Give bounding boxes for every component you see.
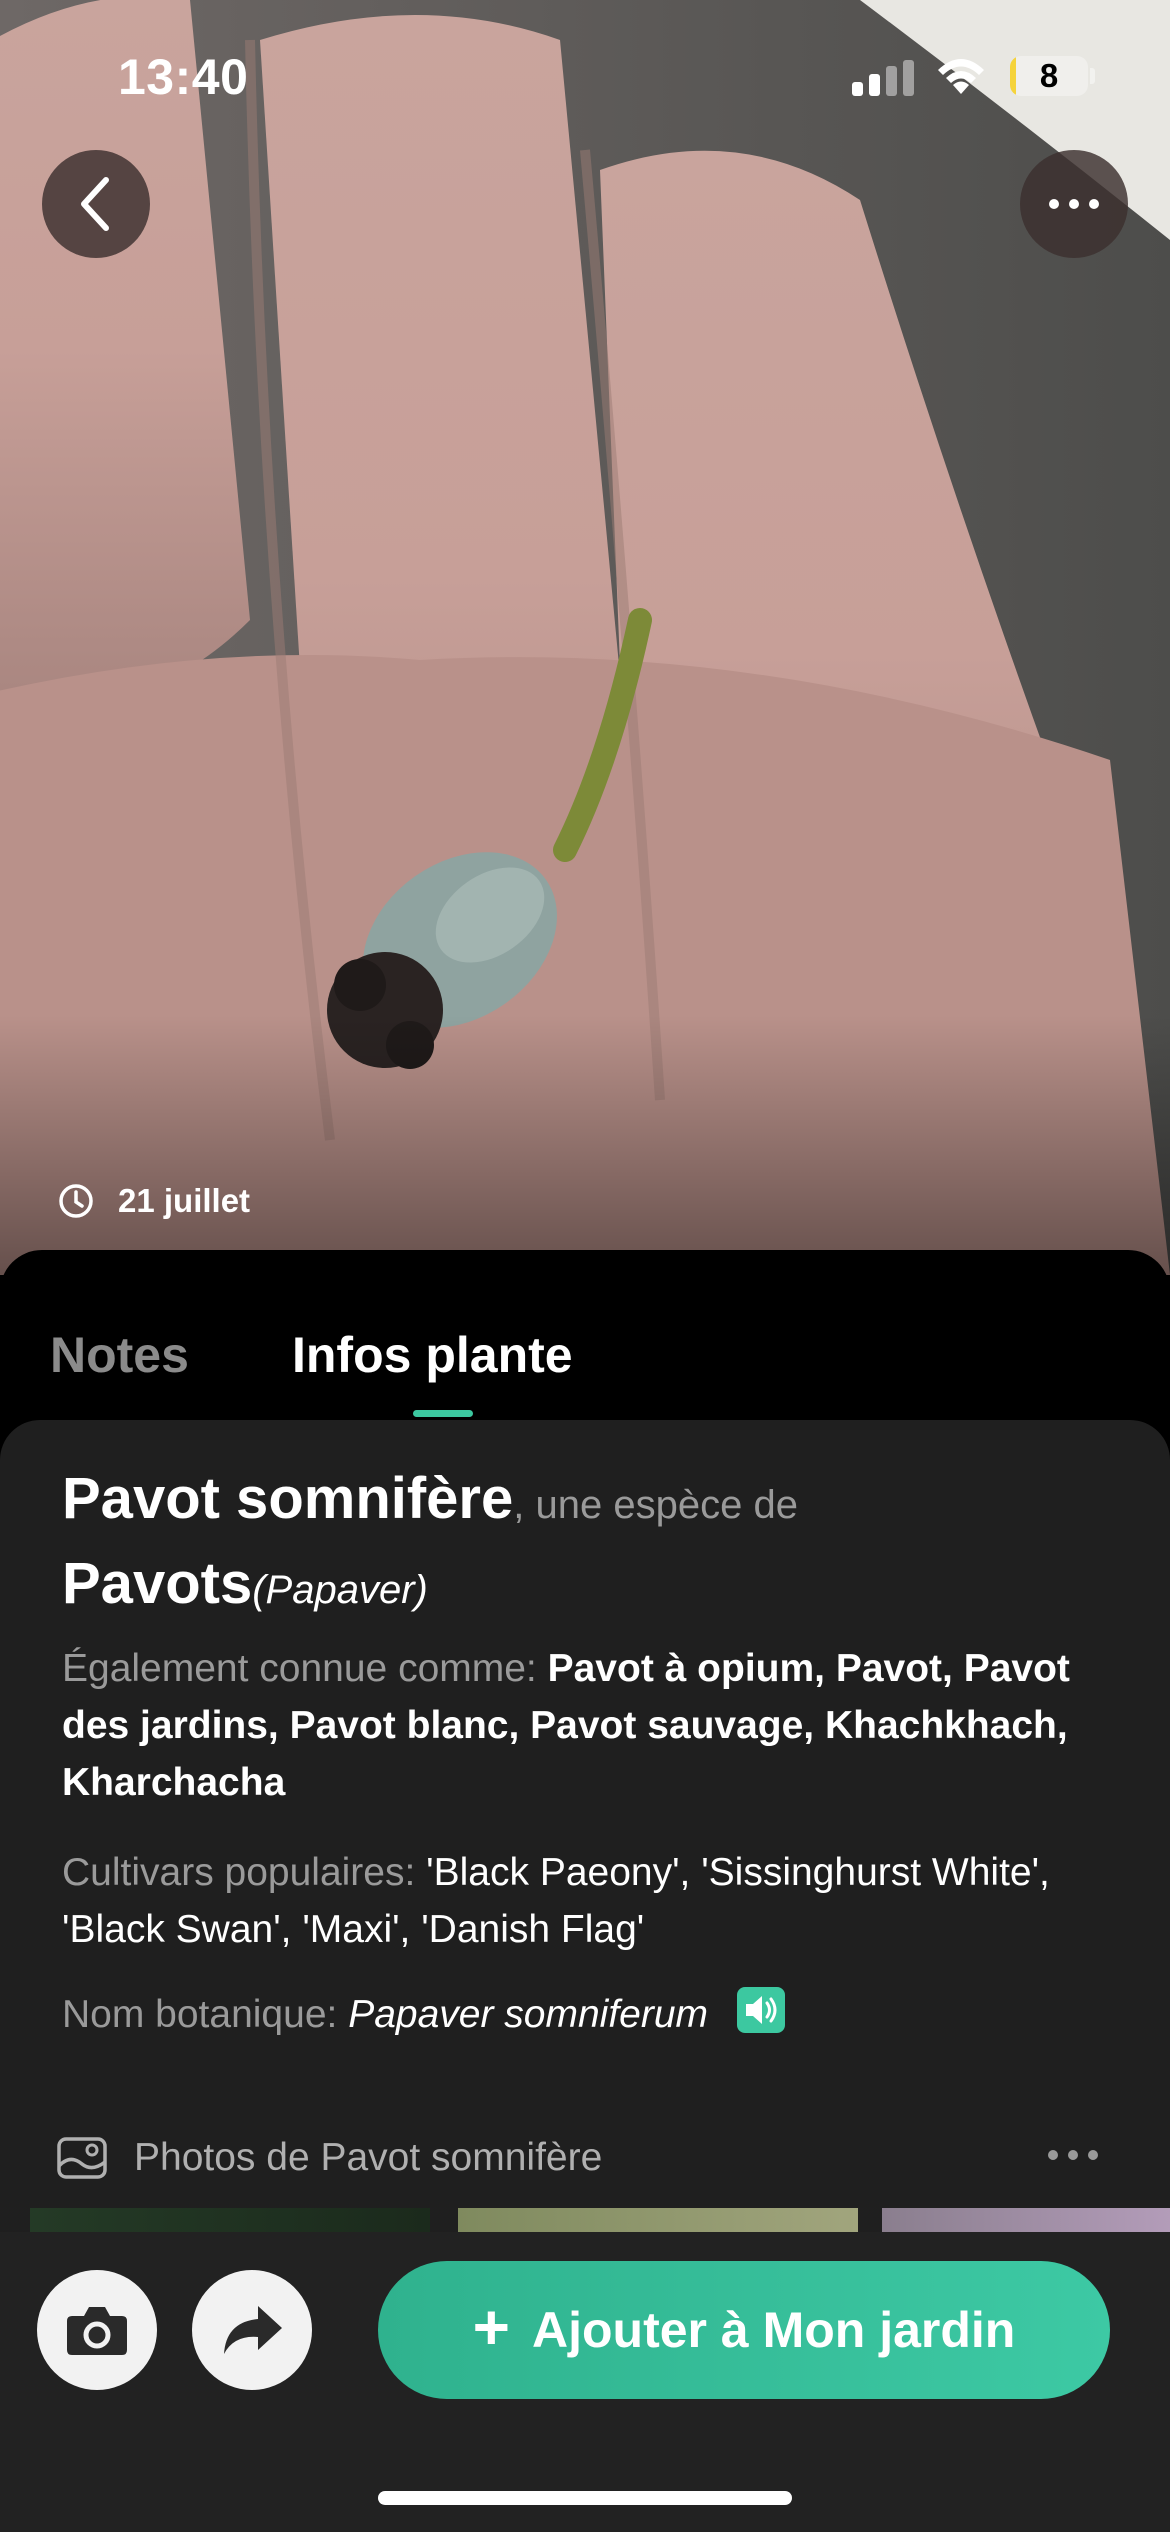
tab-infos-plante[interactable]: Infos plante	[292, 1326, 573, 1384]
botanical-name-label: Nom botanique:	[62, 1993, 338, 2036]
tab-notes[interactable]: Notes	[50, 1326, 189, 1384]
battery-level: 8	[1039, 57, 1059, 94]
wifi-icon	[938, 59, 984, 94]
botanical-name-value: Papaver somniferum	[348, 1993, 709, 2036]
status-time: 13:40	[118, 49, 249, 105]
active-tab-indicator	[413, 1410, 473, 1417]
add-to-garden-button[interactable]: + Ajouter à Mon jardin	[378, 2261, 1110, 2399]
battery-indicator: 8	[1010, 56, 1088, 96]
photo-gallery-icon	[57, 2137, 107, 2179]
plus-icon: +	[472, 2291, 510, 2363]
camera-button[interactable]	[37, 2270, 157, 2390]
photo-date: 21 juillet	[58, 1182, 250, 1220]
common-name: Pavot somnifère	[62, 1466, 514, 1531]
species-of-text: , une espèce de	[513, 1483, 798, 1527]
share-arrow-icon	[224, 2306, 282, 2354]
also-known-as-label: Également connue comme:	[62, 1647, 537, 1690]
photos-section-header: Photos de Pavot somnifère	[56, 2136, 602, 2180]
clock-icon	[59, 1184, 93, 1218]
photos-section-title: Photos de Pavot somnifère	[134, 2136, 603, 2179]
genus-latin: (Papaver)	[252, 1568, 428, 1612]
also-known-as: Également connue comme: Pavot à opium, P…	[62, 1640, 1122, 1811]
chevron-left-icon	[81, 177, 109, 231]
cellular-signal-icon	[852, 60, 914, 96]
home-indicator[interactable]	[378, 2491, 792, 2505]
camera-icon	[67, 2307, 127, 2355]
photos-more-button[interactable]	[1048, 2150, 1098, 2160]
plant-title: Pavot somnifère, une espèce de Pavots(Pa…	[62, 1464, 1122, 1634]
more-horizontal-icon	[1049, 199, 1099, 209]
bottom-action-bar: + Ajouter à Mon jardin	[0, 2232, 1170, 2532]
plant-photo[interactable]	[0, 0, 1170, 1275]
photo-date-text: 21 juillet	[118, 1182, 251, 1219]
battery-cap	[1090, 68, 1095, 84]
botanical-name: Nom botanique: Papaver somniferum	[62, 1986, 1122, 2043]
add-to-garden-label: Ajouter à Mon jardin	[532, 2302, 1016, 2358]
genus-name[interactable]: Pavots	[62, 1551, 252, 1616]
plant-info-card: Pavot somnifère, une espèce de Pavots(Pa…	[0, 1420, 1170, 2240]
back-button[interactable]	[42, 150, 150, 258]
more-options-button[interactable]	[1020, 150, 1128, 258]
cultivars-label: Cultivars populaires:	[62, 1851, 416, 1894]
popular-cultivars: Cultivars populaires: 'Black Paeony', 'S…	[62, 1844, 1122, 1958]
share-button[interactable]	[192, 2270, 312, 2390]
tab-bar: Notes Infos plante	[0, 1250, 1170, 1420]
speaker-icon[interactable]	[736, 1987, 785, 2033]
